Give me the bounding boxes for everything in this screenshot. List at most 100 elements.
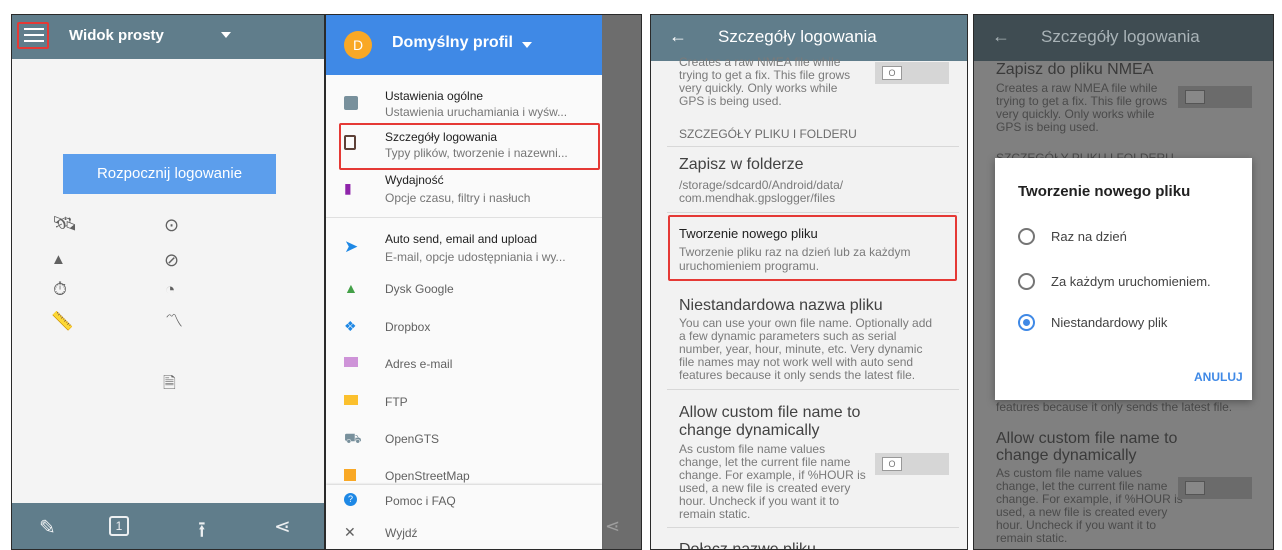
dimmed-background (602, 15, 641, 549)
help-icon: ? (344, 493, 357, 506)
drawer-item-title: Dropbox (385, 320, 431, 334)
upload-icon[interactable]: ⭱ (198, 513, 206, 549)
divider (326, 217, 602, 218)
one-icon[interactable]: 1 (109, 516, 129, 536)
dynamic-name-toggle[interactable]: O (875, 453, 949, 475)
drawer-item-google-drive[interactable]: ▲ Dysk Google (326, 277, 602, 307)
setting-title: change dynamically (679, 422, 820, 439)
drawer-item-performance[interactable]: ▮ Wydajność Opcje czasu, filtry i nasłuc… (326, 169, 602, 211)
drawer-item-title: FTP (385, 395, 408, 409)
dynamic-name-toggle (1178, 477, 1252, 499)
divider (667, 527, 959, 528)
speed-icon: ◔ (165, 280, 176, 299)
text-line: remain static. (996, 531, 1068, 545)
divider (667, 146, 959, 147)
back-arrow-icon[interactable]: ← (669, 26, 687, 47)
gps-fix-icon: ⊙ (164, 215, 180, 235)
drawer-item-subtitle: Opcje czasu, filtry i nasłuch (385, 191, 531, 205)
drawer-item-title: Ustawienia ogólne (385, 89, 484, 103)
dropdown-arrow-icon[interactable] (221, 32, 231, 38)
share-icon: ⋖ (605, 516, 621, 536)
text-line: features because it only sends the lates… (996, 400, 1233, 414)
drawer-item-title: Wydajność (385, 173, 444, 187)
section-header: SZCZEGÓŁY PLIKU I FOLDERU (679, 127, 857, 141)
setting-title: Zapisz do pliku NMEA (996, 61, 1154, 78)
cut-off-setting-title: Dołącz nazwę pliku (679, 541, 816, 550)
radio-button-selected[interactable] (1018, 314, 1035, 331)
profile-selector[interactable]: Domyślny profil (392, 34, 513, 52)
bar-chart-icon: ▮ (344, 180, 352, 196)
start-logging-button[interactable]: Rozpocznij logowanie (63, 154, 276, 194)
cancel-button[interactable]: ANULUJ (1194, 370, 1243, 384)
drawer-item-title: Adres e-mail (385, 357, 453, 371)
view-title[interactable]: Widok prosty (69, 27, 164, 44)
drawer-item-general[interactable]: Ustawienia ogólne Ustawienia uruchamiani… (326, 83, 602, 125)
share-icon[interactable]: ⋖ (274, 514, 291, 539)
text-line: GPS is being used. (679, 94, 782, 108)
nmea-toggle[interactable]: O (875, 62, 949, 84)
new-file-dialog: Tworzenie nowego pliku Raz na dzień Za k… (995, 158, 1252, 400)
bottom-toolbar: ✎ 1 ⭱ ⋖ (12, 503, 324, 549)
page-title: Szczegóły logowania (718, 27, 877, 46)
navigation-drawer: D Domyślny profil Ustawienia ogólne Usta… (326, 15, 602, 549)
close-icon: ✕ (344, 524, 356, 540)
map-icon (344, 469, 356, 481)
compass-icon: ⊘ (164, 250, 180, 270)
text-line: remain static. (679, 507, 751, 521)
folder-icon (344, 395, 358, 405)
drawer-item-title: Wyjdź (385, 526, 418, 540)
avatar[interactable]: D (344, 31, 372, 59)
dropbox-icon: ❖ (344, 318, 357, 334)
send-icon: ➤ (344, 237, 359, 256)
drawer-item-auto-send[interactable]: ➤ Auto send, email and upload E-mail, op… (326, 227, 602, 269)
drawer-item-subtitle: E-mail, opcje udostępniania i wy... (385, 250, 566, 264)
back-arrow-icon: ← (992, 26, 1010, 46)
drawer-item-title: OpenStreetMap (385, 469, 470, 483)
divider (667, 389, 959, 390)
drawer-item-opengts[interactable]: ⛟ OpenGTS (326, 427, 602, 457)
pencil-icon[interactable]: ✎ (39, 515, 56, 540)
highlight-box (17, 22, 49, 49)
drawer-footer: ? Pomoc i FAQ ✕ Wyjdź (326, 485, 602, 549)
simple-view-screen: Widok prosty Rozpocznij logowanie 🛰 ⊙ ▲ … (11, 14, 325, 550)
highlight-box (339, 123, 600, 170)
drawer-item-ftp[interactable]: FTP (326, 390, 602, 420)
drawer-item-help[interactable]: ? Pomoc i FAQ (326, 489, 602, 515)
divider (667, 212, 959, 213)
drawer-item-exit[interactable]: ✕ Wyjdź (326, 521, 602, 547)
drawer-item-title: Pomoc i FAQ (385, 494, 456, 508)
radio-button[interactable] (1018, 273, 1035, 290)
radio-button[interactable] (1018, 228, 1035, 245)
timer-icon: ⏱ (53, 279, 68, 299)
setting-title: Zapisz w folderze (679, 156, 804, 173)
ruler-icon: 📏 (51, 311, 74, 331)
setting-title: change dynamically (996, 447, 1137, 464)
drawer-item-title: OpenGTS (385, 432, 440, 446)
setting-title: Allow custom file name to (679, 404, 861, 421)
satellite-icon: 🛰 (52, 213, 78, 235)
drawer-header: D Domyślny profil (326, 15, 602, 75)
setting-title: Allow custom file name to (996, 430, 1178, 447)
dialog-title: Tworzenie nowego pliku (1018, 183, 1191, 200)
drawer-item-subtitle: Ustawienia uruchamiania i wyśw... (385, 105, 568, 119)
navigation-drawer-screen: D Domyślny profil Ustawienia ogólne Usta… (325, 14, 642, 550)
nmea-toggle (1178, 86, 1252, 108)
text-line: GPS is being used. (996, 120, 1099, 134)
highlight-box (668, 215, 957, 281)
top-app-bar: Widok prosty (12, 15, 324, 59)
drawer-item-title: Auto send, email and upload (385, 232, 538, 246)
new-file-dialog-screen: ← Szczegóły logowania Zapisz do pliku NM… (973, 14, 1274, 550)
settings-icon (344, 96, 358, 110)
mail-icon (344, 357, 358, 367)
text-line: features because it only sends the lates… (679, 368, 916, 382)
option-label: Za każdym uruchomieniem. (1051, 274, 1211, 289)
drawer-item-dropbox[interactable]: ❖ Dropbox (326, 315, 602, 345)
drawer-item-email[interactable]: Adres e-mail (326, 352, 602, 382)
option-label: Raz na dzień (1051, 229, 1127, 244)
truck-icon: ⛟ (344, 430, 362, 446)
option-label: Niestandardowy plik (1051, 315, 1168, 330)
top-app-bar: ← Szczegóły logowania (974, 15, 1273, 61)
dropdown-arrow-icon[interactable] (522, 42, 532, 48)
route-icon: 〽 (165, 311, 183, 331)
page-title: Szczegóły logowania (1041, 27, 1200, 46)
